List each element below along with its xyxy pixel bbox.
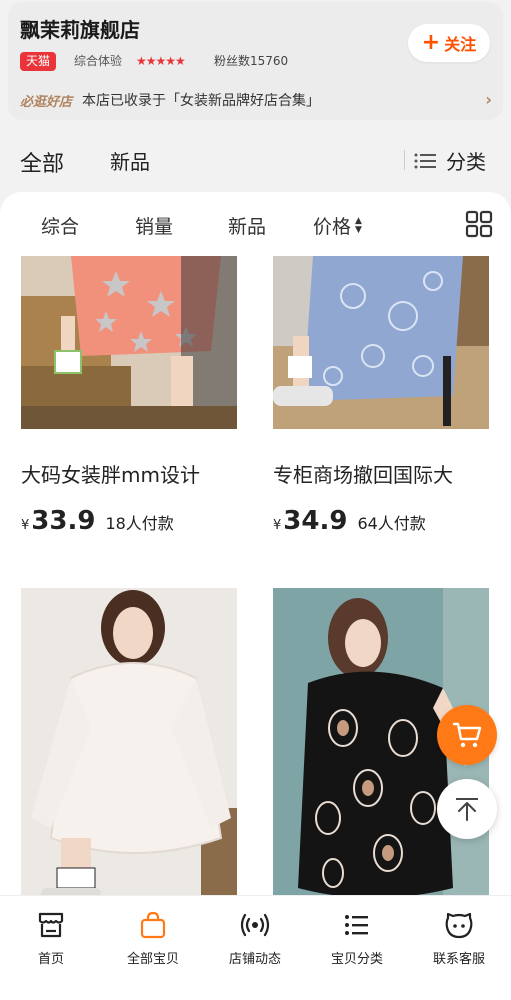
nav-customer-service[interactable]: 联系客服 (419, 910, 499, 967)
nav-label: 全部宝贝 (126, 952, 179, 967)
sort-sales[interactable]: 销量 (135, 212, 173, 239)
list-icon (414, 153, 436, 168)
list-icon (345, 915, 368, 935)
tab-new[interactable]: 新品 (110, 146, 150, 175)
nav-home[interactable]: 首页 (11, 910, 91, 967)
product-price: 33.9 (31, 506, 96, 536)
product-image[interactable] (273, 256, 489, 429)
product-panel: 综合 销量 新品 价格 ▲ ▼ 大码女装胖mm设计 ¥ 33.9 18人付款 专… (0, 192, 511, 1000)
back-to-top-button[interactable] (437, 779, 497, 839)
rating-stars: ★★★★★ (136, 54, 186, 68)
shop-icon (38, 912, 64, 938)
fans-count: 粉丝数15760 (214, 54, 289, 68)
price-row: ¥ 33.9 18人付款 (21, 506, 237, 536)
follow-label: 关注 (444, 35, 477, 54)
bottom-nav: 首页 全部宝贝 店铺动态 宝贝分类 联系客服 (0, 895, 511, 1000)
grid-view-icon[interactable] (465, 210, 493, 238)
currency-symbol: ¥ (273, 518, 282, 533)
tab-all[interactable]: 全部 (20, 146, 64, 178)
nav-all-items[interactable]: 全部宝贝 (113, 910, 193, 967)
follow-button[interactable]: + 关注 (408, 24, 490, 62)
broadcast-icon (240, 913, 270, 937)
nav-item-category[interactable]: 宝贝分类 (317, 910, 397, 967)
price-row: ¥ 34.9 64人付款 (273, 506, 489, 536)
product-card[interactable]: 专柜商场撤回国际大 ¥ 34.9 64人付款 (273, 256, 489, 536)
plus-icon: + (421, 30, 441, 55)
bag-icon (140, 911, 166, 939)
product-image[interactable] (21, 588, 237, 908)
arrow-up-icon (456, 798, 478, 821)
sort-new[interactable]: 新品 (228, 212, 266, 239)
store-name[interactable]: 飘茉莉旗舰店 (20, 14, 140, 43)
sold-count: 18人付款 (105, 514, 174, 533)
rating-label: 综合体验 (74, 54, 123, 68)
nav-label: 店铺动态 (228, 952, 281, 967)
chat-icon (445, 912, 473, 939)
product-card[interactable] (21, 588, 237, 908)
product-title[interactable]: 专柜商场撤回国际大 (273, 459, 489, 488)
cart-button[interactable] (437, 705, 497, 765)
chevron-right-icon: › (485, 90, 492, 109)
nav-store-feed[interactable]: 店铺动态 (215, 910, 295, 967)
sold-count: 64人付款 (357, 514, 426, 533)
collection-tag: 必逛好店 (20, 94, 73, 110)
nav-label: 联系客服 (432, 952, 485, 967)
sort-price-label: 价格 (313, 216, 352, 238)
main-tabs: 全部 新品 分类 (0, 140, 511, 180)
category-button[interactable]: 分类 (414, 146, 486, 175)
product-image[interactable] (21, 256, 237, 429)
collection-text: 本店已收录于「女装新品牌好店合集」 (82, 93, 321, 109)
nav-label: 首页 (37, 952, 64, 967)
product-card[interactable]: 大码女装胖mm设计 ¥ 33.9 18人付款 (21, 256, 237, 536)
sort-price[interactable]: 价格 ▲ ▼ (313, 212, 362, 239)
store-header-card: 飘茉莉旗舰店 天猫 综合体验 ★★★★★ 粉丝数15760 + 关注 必逛好店 … (8, 2, 503, 120)
sort-bar: 综合 销量 新品 价格 ▲ ▼ (0, 192, 511, 256)
currency-symbol: ¥ (21, 518, 30, 533)
store-collection-banner[interactable]: 必逛好店 本店已收录于「女装新品牌好店合集」 › (20, 90, 492, 110)
divider (404, 150, 405, 170)
sort-arrows-icon: ▲ ▼ (355, 215, 362, 235)
nav-label: 宝贝分类 (330, 952, 383, 967)
sort-composite[interactable]: 综合 (41, 212, 79, 239)
cart-icon (452, 722, 482, 748)
tmall-badge: 天猫 (20, 52, 57, 71)
product-price: 34.9 (283, 506, 348, 536)
product-title[interactable]: 大码女装胖mm设计 (21, 459, 237, 488)
category-label: 分类 (446, 150, 486, 174)
